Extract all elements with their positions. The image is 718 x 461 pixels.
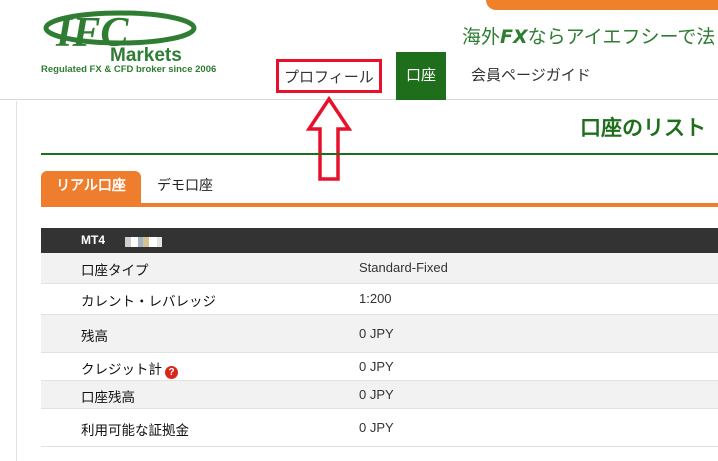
account-tabs: リアル口座 デモ口座 — [41, 171, 718, 207]
tab-demo-account[interactable]: デモ口座 — [157, 171, 213, 203]
up-arrow-annotation-icon — [306, 96, 352, 181]
table-row-account-type: 口座タイプ Standard-Fixed — [41, 253, 718, 284]
redacted-account-number — [125, 237, 165, 247]
row-value: 0 JPY — [359, 359, 394, 374]
row-label: 残高 — [81, 329, 108, 345]
row-label: クレジット計? — [81, 358, 178, 379]
table-row-equity: 口座残高 0 JPY — [41, 381, 718, 409]
row-value: 0 JPY — [359, 387, 394, 402]
table-row-credit: クレジット計? 0 JPY — [41, 353, 718, 381]
nav-account[interactable]: 口座 — [396, 52, 446, 100]
account-details-table: MT4 口座タイプ Standard-Fixed カレント・レバレッジ 1:20… — [41, 228, 718, 447]
title-divider — [41, 153, 718, 155]
table-row-leverage: カレント・レバレッジ 1:200 — [41, 284, 718, 315]
row-label: カレント・レバレッジ — [81, 294, 216, 310]
page-title: 口座のリスト — [580, 116, 706, 140]
tab-real-account[interactable]: リアル口座 — [41, 171, 141, 203]
header-slogan: 海外FXならアイエフシーで法 — [462, 26, 716, 48]
svg-text:Markets: Markets — [110, 45, 182, 66]
nav-member-guide[interactable]: 会員ページガイド — [471, 52, 591, 100]
table-row-free-margin: 利用可能な証拠金 0 JPY — [41, 409, 718, 447]
content-left-border — [16, 101, 17, 461]
platform-label: MT4 — [81, 233, 105, 247]
header-accent-bar — [486, 0, 718, 10]
row-label: 口座残高 — [81, 390, 135, 406]
row-value: Standard-Fixed — [359, 260, 448, 275]
help-question-icon[interactable]: ? — [165, 366, 178, 379]
logo-tagline: Regulated FX & CFD broker since 2006 — [41, 64, 217, 75]
account-header-row: MT4 — [41, 228, 718, 253]
row-value: 1:200 — [359, 291, 392, 306]
row-label: 利用可能な証拠金 — [81, 423, 189, 439]
row-label: 口座タイプ — [81, 263, 149, 279]
nav-profile[interactable]: プロフィール — [276, 59, 382, 93]
row-value: 0 JPY — [359, 326, 394, 341]
row-value: 0 JPY — [359, 420, 394, 435]
tab-underline — [41, 203, 718, 207]
table-row-balance: 残高 0 JPY — [41, 315, 718, 353]
